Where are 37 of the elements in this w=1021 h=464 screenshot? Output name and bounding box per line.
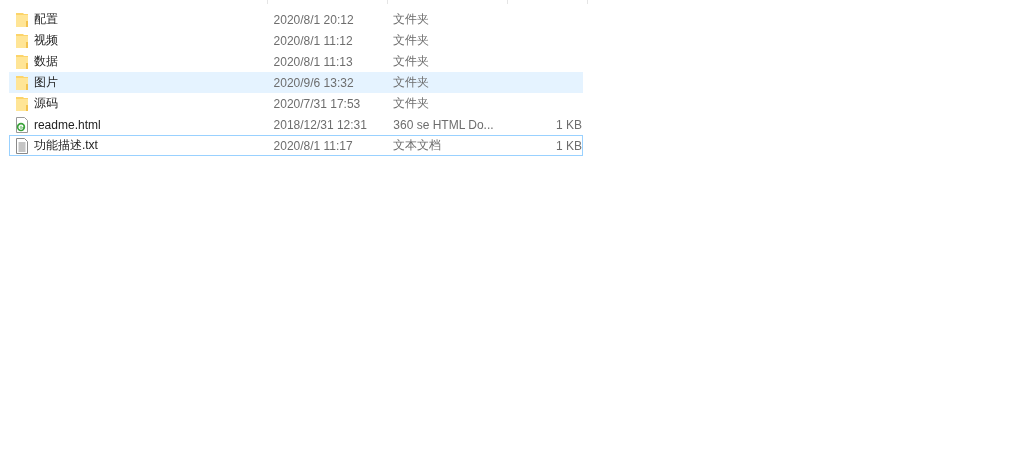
file-row[interactable]: 视频 2020/8/1 11:12 文件夹 [9,30,583,51]
file-row[interactable]: readme.html 2018/12/31 12:31 360 se HTML Do... 1 KB [9,114,583,135]
file-type: 文件夹 [393,95,431,112]
modified-date: 2020/8/1 11:12 [273,33,354,48]
modified-date: 2020/7/31 17:53 [273,96,362,111]
text-file-icon [15,137,30,154]
modified-date: 2020/8/1 20:12 [273,12,355,27]
file-name: 配置 [33,11,59,28]
file-type: 文件夹 [393,32,431,49]
file-size: 1 KB [555,117,582,132]
file-name: 图片 [33,74,59,91]
file-row[interactable]: 图片 2020/9/6 13:32 文件夹 [9,72,583,93]
file-name: 视频 [33,32,59,49]
file-type: 文件夹 [393,53,431,70]
folder-icon [15,11,30,28]
folder-icon [15,74,30,91]
file-name: 功能描述.txt [33,137,99,154]
file-row[interactable]: 功能描述.txt 2020/8/1 11:17 文本文档 1 KB [9,135,583,156]
file-type: 360 se HTML Do... [393,117,495,132]
file-type: 文件夹 [393,74,431,91]
modified-date: 2018/12/31 12:31 [273,117,368,132]
file-name: 数据 [33,53,59,70]
file-name: readme.html [33,117,102,132]
file-type: 文本文档 [393,137,443,154]
modified-date: 2020/9/6 13:32 [273,75,355,90]
file-name: 源码 [33,95,59,112]
html-file-icon [15,116,30,133]
file-size: 1 KB [555,138,582,153]
modified-date: 2020/8/1 11:17 [273,138,354,153]
file-type: 文件夹 [393,11,431,28]
modified-date: 2020/8/1 11:13 [273,54,354,69]
file-row[interactable]: 源码 2020/7/31 17:53 文件夹 [9,93,583,114]
folder-icon [15,95,30,112]
file-row[interactable]: 数据 2020/8/1 11:13 文件夹 [9,51,583,72]
file-row[interactable]: 配置 2020/8/1 20:12 文件夹 [9,9,583,30]
folder-icon [15,32,30,49]
folder-icon [15,53,30,70]
